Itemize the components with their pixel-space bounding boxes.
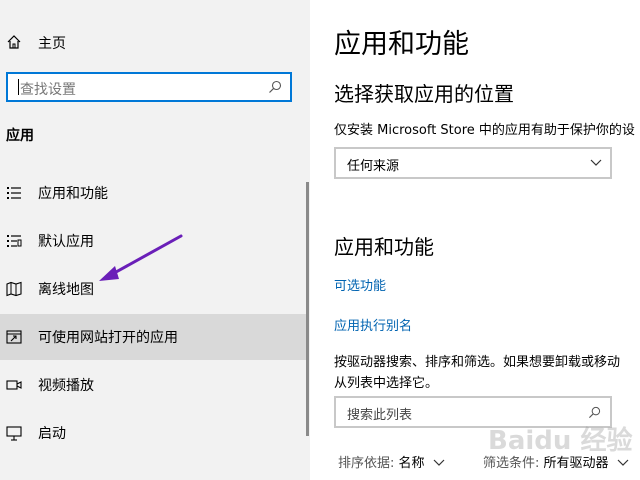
apps-features-heading: 应用和功能 (334, 235, 434, 259)
choose-location-heading: 选择获取应用的位置 (334, 82, 514, 106)
optional-features-link[interactable]: 可选功能 (334, 275, 386, 294)
main-content: 应用和功能 选择获取应用的位置 仅安装 Microsoft Store 中的应用… (310, 0, 640, 480)
sidebar-item-apps-features[interactable]: 应用和功能 (0, 170, 306, 216)
settings-search-box[interactable]: 查找设置 (6, 72, 292, 102)
search-sort-description-line2: 从列表中选择它。 (334, 376, 439, 391)
sort-dropdown[interactable]: 名称 (399, 456, 425, 471)
sidebar-item-video-playback[interactable]: 视频播放 (0, 362, 306, 408)
sidebar-item-label: 离线地图 (38, 282, 94, 298)
sidebar-item-label: 默认应用 (38, 234, 94, 250)
sidebar-scrollbar[interactable] (306, 182, 309, 436)
app-source-dropdown[interactable]: 任何来源 (334, 147, 612, 179)
sidebar-item-default-apps[interactable]: 默认应用 (0, 218, 306, 264)
settings-sidebar: 主页 查找设置 应用 应用和功能 默认应用 离线地图 可使用网站打开的应用 视频… (0, 0, 310, 480)
sidebar-item-label: 启动 (38, 426, 66, 442)
app-source-value: 任何来源 (347, 159, 400, 174)
settings-search-input[interactable]: 查找设置 (20, 79, 76, 99)
startup-icon (6, 426, 22, 441)
filter-dropdown[interactable]: 所有驱动器 (544, 456, 609, 471)
chevron-down-icon[interactable] (433, 459, 445, 467)
search-icon[interactable] (588, 406, 601, 419)
section-title-apps: 应用 (6, 128, 34, 144)
choose-location-description: 仅安装 Microsoft Store 中的应用有助于保护你的设 (334, 123, 635, 138)
baidu-watermark: Baidu 经验 (488, 426, 633, 456)
chevron-down-icon[interactable] (617, 459, 629, 467)
page-title: 应用和功能 (334, 29, 469, 60)
chevron-down-icon (590, 159, 602, 166)
sidebar-item-label: 应用和功能 (38, 186, 108, 202)
sidebar-item-offline-maps[interactable]: 离线地图 (0, 266, 306, 312)
sidebar-item-apps-for-websites[interactable]: 可使用网站打开的应用 (0, 314, 306, 360)
sidebar-item-startup[interactable]: 启动 (0, 410, 306, 456)
default-apps-icon (7, 235, 22, 247)
nav-home[interactable]: 主页 (0, 26, 306, 58)
sidebar-item-label: 可使用网站打开的应用 (38, 330, 178, 346)
home-icon (7, 35, 21, 49)
nav-home-label: 主页 (38, 36, 66, 52)
video-playback-icon (6, 380, 22, 390)
search-sort-description-line1: 按驱动器搜索、排序和筛选。如果想要卸载或移动 (334, 355, 621, 370)
offline-maps-icon (6, 281, 22, 297)
sort-label: 排序依据: (338, 456, 395, 471)
apps-features-icon (7, 187, 21, 199)
search-icon[interactable] (268, 80, 282, 94)
filter-label: 筛选条件: (482, 456, 540, 471)
text-cursor (18, 79, 19, 95)
apps-for-websites-icon (6, 330, 22, 344)
app-execution-alias-link[interactable]: 应用执行别名 (334, 315, 412, 334)
app-list-search-input[interactable]: 搜索此列表 (347, 404, 412, 423)
sidebar-item-label: 视频播放 (38, 378, 94, 394)
search-sort-description: 按驱动器搜索、排序和筛选。如果想要卸载或移动 从列表中选择它。 (334, 352, 620, 394)
